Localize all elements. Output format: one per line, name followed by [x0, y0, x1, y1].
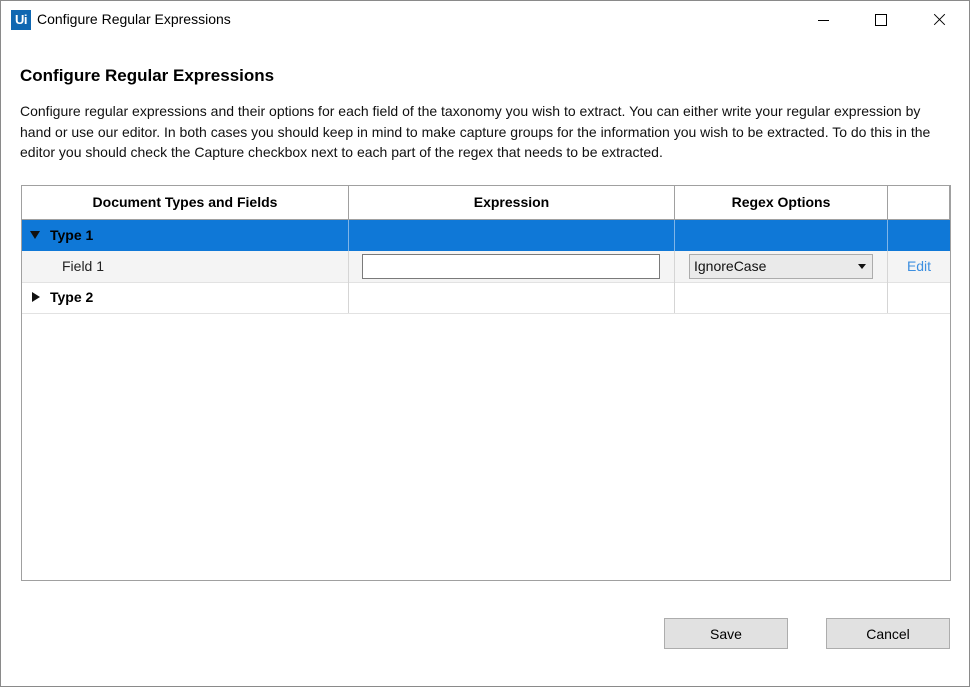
minimize-button[interactable]	[794, 1, 852, 39]
column-header-label: Expression	[473, 194, 550, 210]
type-row-type2[interactable]: Type 2	[22, 282, 950, 314]
empty-cell	[349, 220, 675, 251]
column-header-regex-options[interactable]: Regex Options	[675, 186, 888, 219]
expression-input[interactable]	[362, 254, 660, 279]
column-header-actions	[888, 186, 950, 219]
column-header-label: Regex Options	[731, 194, 831, 210]
expression-cell	[349, 251, 675, 282]
close-icon	[932, 13, 946, 27]
regex-options-dropdown[interactable]: IgnoreCase	[689, 254, 873, 279]
edit-link[interactable]: Edit	[888, 251, 950, 282]
column-header-fields[interactable]: Document Types and Fields	[22, 186, 349, 219]
minimize-icon	[817, 19, 829, 21]
save-button[interactable]: Save	[664, 618, 788, 649]
type-label: Type 2	[50, 289, 94, 305]
uipath-logo-icon: Ui	[11, 10, 31, 30]
chevron-down-icon	[858, 264, 866, 269]
field-row-field1[interactable]: Field 1 IgnoreCase Edit	[22, 251, 950, 283]
dialog-window: Ui Configure Regular Expressions Configu…	[0, 0, 970, 687]
empty-cell	[888, 282, 950, 313]
type-cell: Type 1	[22, 220, 349, 251]
grid-header: Document Types and Fields Expression Reg…	[22, 186, 950, 220]
field-cell: Field 1	[22, 251, 349, 282]
page-title: Configure Regular Expressions	[20, 66, 275, 85]
empty-cell	[888, 220, 950, 251]
regex-options-cell: IgnoreCase	[675, 251, 888, 282]
close-button[interactable]	[910, 1, 968, 39]
empty-cell	[349, 282, 675, 313]
column-header-expression[interactable]: Expression	[349, 186, 675, 219]
regex-options-value: IgnoreCase	[694, 258, 767, 274]
type-row-type1[interactable]: Type 1	[22, 220, 950, 251]
description-text: Configure regular expressions and their …	[20, 103, 931, 160]
title-bar: Ui Configure Regular Expressions	[1, 1, 969, 39]
type-label: Type 1	[50, 227, 94, 243]
empty-cell	[675, 282, 888, 313]
maximize-button[interactable]	[852, 1, 910, 39]
type-cell: Type 2	[22, 282, 349, 313]
window-title: Configure Regular Expressions	[37, 11, 231, 27]
expanded-arrow-icon[interactable]	[30, 231, 40, 239]
action-cell: Edit	[888, 251, 950, 282]
collapsed-arrow-icon[interactable]	[32, 292, 40, 302]
cancel-button[interactable]: Cancel	[826, 618, 950, 649]
empty-cell	[675, 220, 888, 251]
regex-grid: Document Types and Fields Expression Reg…	[21, 185, 951, 581]
column-header-label: Document Types and Fields	[92, 194, 278, 210]
maximize-icon	[875, 14, 887, 26]
field-label: Field 1	[62, 258, 105, 274]
